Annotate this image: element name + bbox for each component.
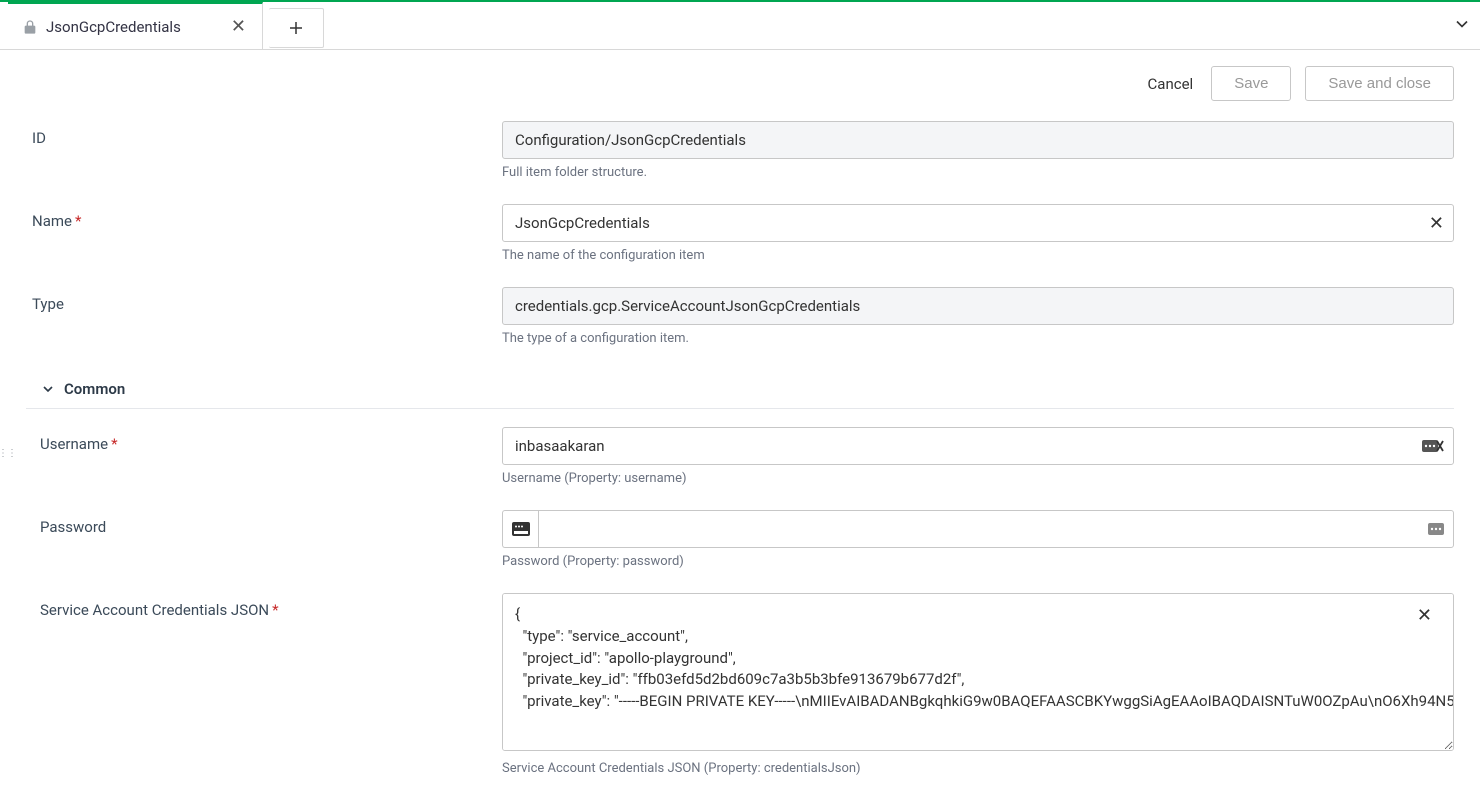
tab-add[interactable] [269, 8, 324, 48]
actions-row: Cancel Save Save and close [0, 50, 1480, 101]
drag-handle-icon[interactable]: ⋮⋮ [0, 448, 16, 459]
id-label: ID [26, 121, 502, 180]
lock-icon [22, 19, 38, 35]
username-field[interactable] [502, 427, 1454, 465]
username-label: Username* [34, 427, 502, 486]
json-help: Service Account Credentials JSON (Proper… [502, 761, 1454, 776]
save-and-close-button[interactable]: Save and close [1305, 66, 1454, 101]
json-clear-icon[interactable]: ✕ [1417, 605, 1432, 626]
tab-jsongcpcredentials[interactable]: JsonGcpCredentials ✕ [8, 2, 263, 50]
type-help: The type of a configuration item. [502, 331, 1454, 346]
name-field[interactable] [502, 204, 1454, 242]
save-button[interactable]: Save [1211, 66, 1291, 101]
type-field [502, 287, 1454, 325]
name-label: Name* [26, 204, 502, 263]
type-label: Type [26, 287, 502, 346]
name-help: The name of the configuration item [502, 248, 1454, 263]
tabs-more-icon[interactable] [1452, 14, 1472, 34]
username-saved-icon[interactable] [1422, 438, 1444, 454]
username-help: Username (Property: username) [502, 471, 1454, 486]
id-field [502, 121, 1454, 159]
json-field[interactable] [502, 593, 1454, 751]
password-field[interactable] [538, 510, 1454, 548]
cancel-button[interactable]: Cancel [1144, 67, 1198, 101]
tab-title: JsonGcpCredentials [46, 18, 181, 36]
password-reveal-icon[interactable] [502, 510, 538, 548]
chevron-down-icon [40, 381, 56, 397]
name-clear-icon[interactable]: ✕ [1429, 213, 1444, 234]
password-more-icon[interactable] [1428, 521, 1444, 537]
json-label: Service Account Credentials JSON* [34, 593, 502, 776]
tab-close-icon[interactable]: ✕ [229, 14, 248, 39]
id-help: Full item folder structure. [502, 165, 1454, 180]
password-help: Password (Property: password) [502, 554, 1454, 569]
plus-icon [287, 19, 305, 37]
password-label: Password [34, 510, 502, 569]
tab-bar: JsonGcpCredentials ✕ [0, 2, 1480, 50]
section-common[interactable]: Common [26, 370, 1454, 409]
